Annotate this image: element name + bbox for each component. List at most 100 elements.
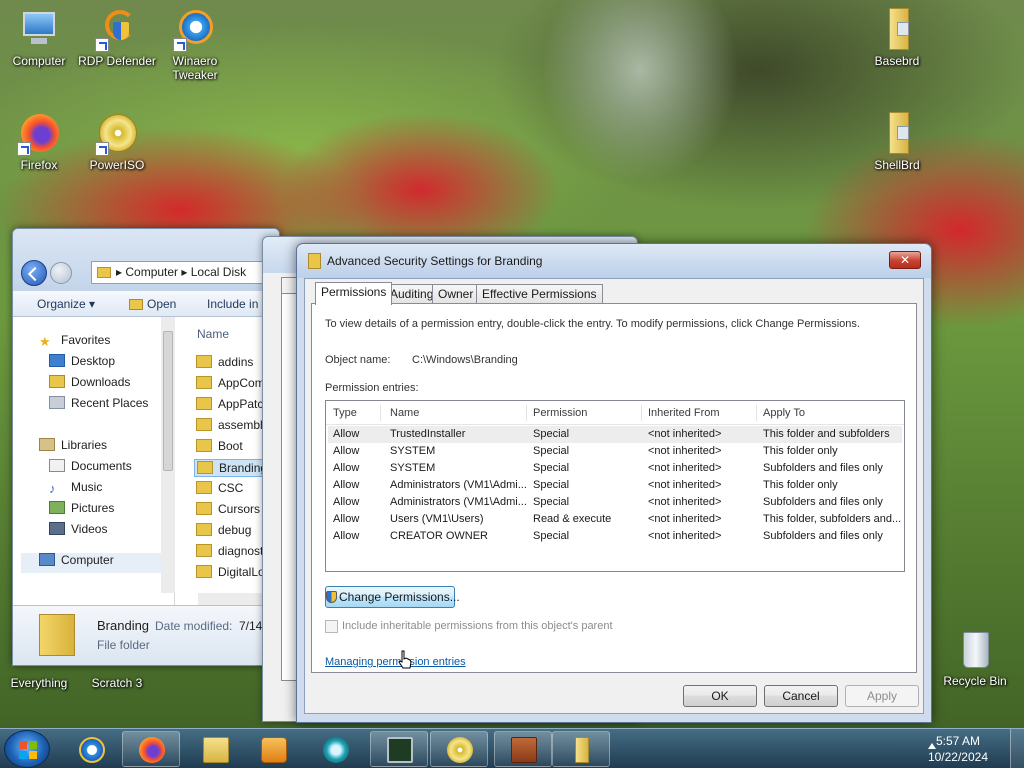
nav-downloads[interactable]: Downloads — [49, 375, 130, 395]
folder-icon — [196, 502, 212, 515]
column-header-permission[interactable]: Permission — [533, 407, 587, 419]
taskbar-explorer[interactable] — [186, 731, 244, 767]
file-explorer-icon — [203, 737, 229, 763]
rdp-defender-icon — [95, 8, 139, 52]
start-button[interactable] — [4, 730, 50, 768]
address-bar[interactable]: ▸ Computer ▸ Local Disk — [91, 261, 279, 284]
breadcrumb-computer[interactable]: Computer — [125, 265, 178, 279]
taskbar-firefox[interactable] — [122, 731, 180, 767]
taskbar-app[interactable] — [306, 731, 364, 767]
documents-icon — [49, 459, 65, 472]
list-item[interactable]: diagnost — [196, 544, 263, 558]
desktop-icon-basebrd[interactable]: Basebrd — [855, 8, 939, 68]
organize-button[interactable]: Organize ▾ — [37, 297, 95, 311]
tab-permissions[interactable]: Permissions — [315, 282, 393, 305]
list-item[interactable]: Cursors — [196, 502, 260, 516]
desktop-icon-shellbrd[interactable]: ShellBrd — [855, 112, 939, 172]
desktop-icon-computer[interactable]: Computer — [0, 8, 81, 68]
column-header-inherited-from[interactable]: Inherited From — [648, 407, 720, 419]
nav-computer[interactable]: Computer — [21, 553, 161, 573]
include-in-library-button[interactable]: Include in — [207, 297, 258, 311]
tab-owner[interactable]: Owner — [432, 284, 480, 303]
forward-button[interactable] — [50, 262, 72, 284]
close-button[interactable]: ✕ — [889, 251, 921, 269]
desktop-icon-recycle-bin[interactable]: Recycle Bin — [933, 628, 1017, 688]
nav-libraries[interactable]: Libraries — [39, 438, 107, 458]
folder-icon — [575, 737, 589, 763]
list-item[interactable]: assembly — [196, 418, 269, 432]
permission-entries-label: Permission entries: — [325, 382, 419, 394]
list-item[interactable]: AppPatc — [196, 397, 263, 411]
column-header-apply-to[interactable]: Apply To — [763, 407, 805, 419]
clock-date: 10/22/2024 — [927, 750, 988, 764]
nav-desktop[interactable]: Desktop — [49, 354, 115, 374]
table-row[interactable]: Allow TrustedInstaller Special <not inhe… — [328, 426, 902, 443]
back-button[interactable] — [21, 260, 47, 286]
table-row[interactable]: Allow Users (VM1\Users) Read & execute <… — [328, 511, 902, 528]
folder-icon — [197, 461, 213, 474]
show-desktop-button[interactable] — [1010, 729, 1024, 768]
nav-favorites[interactable]: ★ Favorites — [39, 333, 110, 353]
column-header-name[interactable]: Name — [390, 407, 419, 419]
open-button[interactable]: Open — [129, 297, 176, 311]
column-header-type[interactable]: Type — [333, 407, 357, 419]
nav-pictures[interactable]: Pictures — [49, 501, 114, 521]
tab-effective-permissions[interactable]: Effective Permissions — [476, 284, 603, 303]
desktop-icon-everything[interactable]: Everything — [0, 676, 81, 690]
table-row[interactable]: Allow Administrators (VM1\Admi... Specia… — [328, 477, 902, 494]
list-item[interactable]: DigitalLo — [196, 565, 265, 579]
list-item[interactable]: debug — [196, 523, 251, 537]
permissions-tab-page: To view details of a permission entry, d… — [311, 303, 917, 673]
change-permissions-button[interactable]: Change Permissions... — [325, 586, 460, 608]
column-header-name[interactable]: Name — [197, 327, 229, 341]
firewall-icon — [511, 737, 537, 763]
selected-item-name: Branding — [97, 618, 150, 633]
nav-videos[interactable]: Videos — [49, 522, 107, 542]
taskbar: 5:57 AM 10/22/2024 — [0, 728, 1024, 768]
nav-recent-places[interactable]: Recent Places — [49, 396, 148, 416]
explorer-toolbar: Organize ▾ Open Include in — [13, 291, 279, 317]
taskbar-security-app[interactable] — [494, 731, 552, 767]
taskbar-task-manager[interactable] — [370, 731, 428, 767]
system-clock[interactable]: 5:57 AM 10/22/2024 — [928, 733, 988, 765]
list-item[interactable]: Boot — [196, 439, 243, 453]
taskbar-media-player[interactable] — [244, 731, 302, 767]
firefox-icon — [139, 737, 165, 763]
managing-permission-entries-link[interactable]: Managing permission entries — [325, 656, 466, 668]
desktop-icon-poweriso[interactable]: PowerISO — [75, 112, 159, 172]
apply-button[interactable]: Apply — [845, 685, 919, 707]
list-item[interactable]: AppCom — [196, 376, 265, 390]
list-item-selected[interactable]: Branding — [194, 459, 272, 477]
list-item[interactable]: CSC — [196, 481, 243, 495]
list-item[interactable]: addins — [196, 355, 253, 369]
ok-button[interactable]: OK — [683, 685, 757, 707]
cancel-button[interactable]: Cancel — [764, 685, 838, 707]
clock-time: 5:57 AM — [935, 734, 980, 748]
advanced-security-dialog[interactable]: Advanced Security Settings for Branding … — [296, 243, 932, 723]
explorer-body: ★ Favorites Desktop Downloads Recent Plac… — [13, 317, 279, 605]
desktop-icon-winaero-tweaker[interactable]: Winaero Tweaker — [153, 8, 237, 82]
table-row[interactable]: Allow Administrators (VM1\Admi... Specia… — [328, 494, 902, 511]
nav-music[interactable]: ♪ Music — [49, 480, 102, 500]
table-row[interactable]: Allow CREATOR OWNER Special <not inherit… — [328, 528, 902, 545]
breadcrumb-local-disk[interactable]: Local Disk — [191, 265, 246, 279]
dialog-titlebar[interactable]: Advanced Security Settings for Branding … — [297, 244, 931, 278]
desktop-icon-scratch[interactable]: Scratch 3 — [75, 676, 159, 690]
desktop-icon-rdp-defender[interactable]: RDP Defender — [75, 8, 159, 68]
include-inheritable-checkbox[interactable] — [325, 620, 338, 633]
folder-icon — [39, 614, 75, 656]
table-row[interactable]: Allow SYSTEM Special <not inherited> Sub… — [328, 460, 902, 477]
table-row[interactable]: Allow SYSTEM Special <not inherited> Thi… — [328, 443, 902, 460]
explorer-window[interactable]: ▸ Computer ▸ Local Disk Organize ▾ Open … — [12, 228, 280, 666]
taskbar-poweriso[interactable] — [430, 731, 488, 767]
desktop-icon-firefox[interactable]: Firefox — [0, 112, 81, 172]
explorer-header: ▸ Computer ▸ Local Disk — [13, 229, 279, 291]
taskbar-folder[interactable] — [552, 731, 610, 767]
folder-icon — [196, 355, 212, 368]
nav-documents[interactable]: Documents — [49, 459, 132, 479]
nav-scrollbar[interactable] — [161, 317, 175, 593]
taskbar-ie[interactable] — [62, 731, 120, 767]
intro-text: To view details of a permission entry, d… — [325, 318, 860, 330]
permission-entries-list[interactable]: Type Name Permission Inherited From Appl… — [325, 400, 905, 572]
scrollbar-thumb[interactable] — [163, 331, 173, 471]
